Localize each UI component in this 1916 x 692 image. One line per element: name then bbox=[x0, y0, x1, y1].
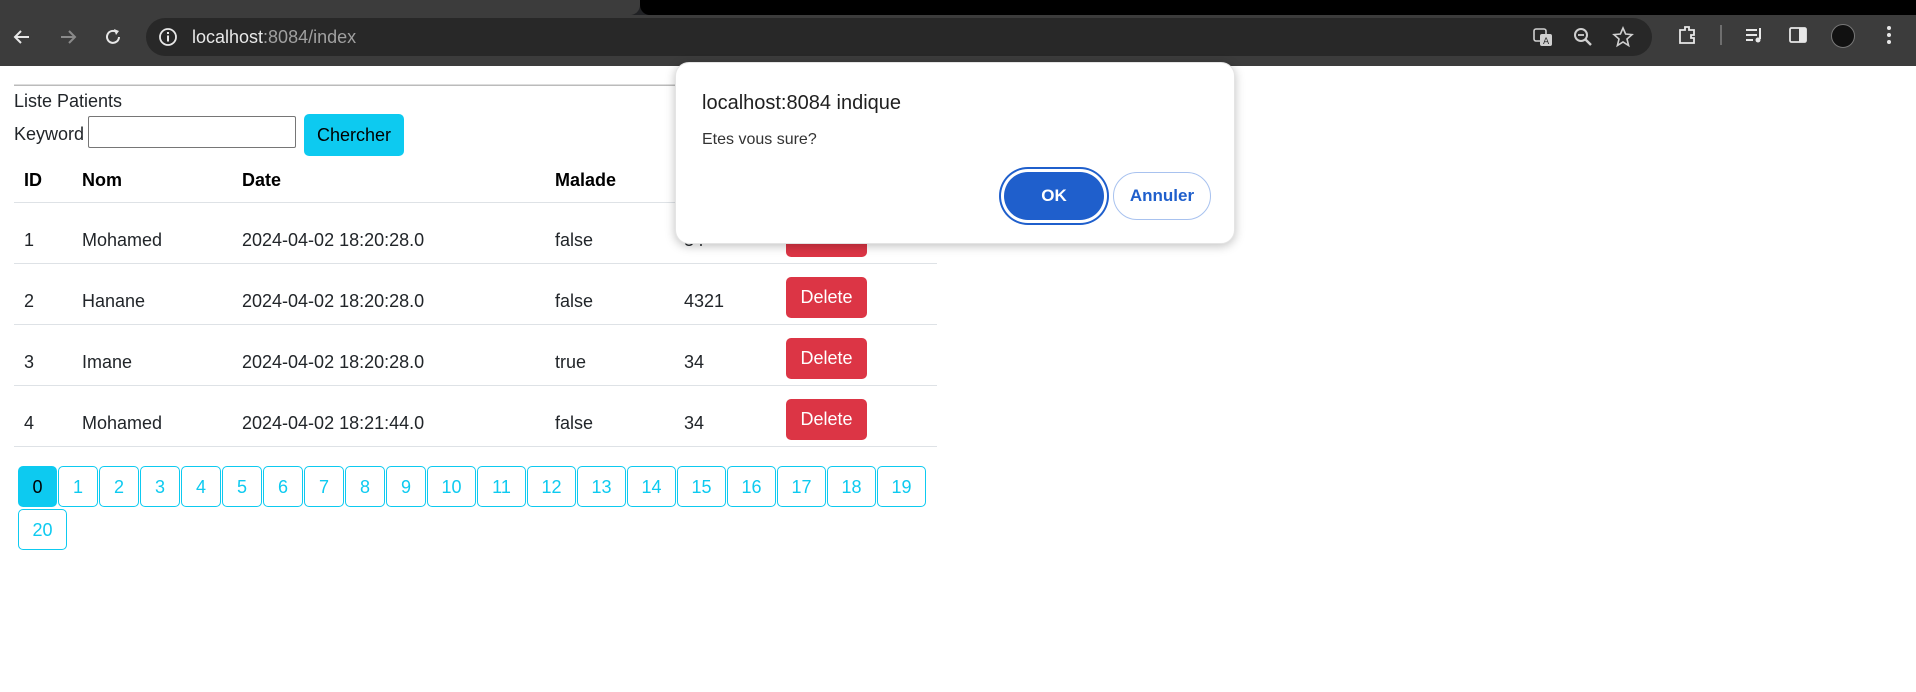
cell-id: 1 bbox=[14, 202, 72, 264]
page-button-6[interactable]: 6 bbox=[263, 466, 303, 507]
browser-toolbar: localhost:8084/index A bbox=[0, 0, 1916, 66]
address-bar[interactable]: localhost:8084/index A bbox=[146, 18, 1652, 56]
page-button-5[interactable]: 5 bbox=[222, 466, 262, 507]
dialog-message: Etes vous sure? bbox=[702, 131, 817, 148]
page-button-17[interactable]: 17 bbox=[777, 466, 826, 507]
reload-icon[interactable] bbox=[99, 20, 127, 54]
cell-nom: Imane bbox=[72, 324, 232, 386]
page-button-8[interactable]: 8 bbox=[345, 466, 385, 507]
header-malade: Malade bbox=[545, 158, 674, 203]
page-button-1[interactable]: 1 bbox=[58, 466, 98, 507]
cell-id: 2 bbox=[14, 263, 72, 325]
delete-button[interactable]: Delete bbox=[786, 338, 867, 379]
profile-avatar[interactable] bbox=[1831, 24, 1855, 48]
page-button-10[interactable]: 10 bbox=[427, 466, 476, 507]
page-button-15[interactable]: 15 bbox=[677, 466, 726, 507]
header-nom: Nom bbox=[72, 158, 232, 203]
back-icon[interactable] bbox=[8, 20, 36, 54]
page-button-7[interactable]: 7 bbox=[304, 466, 344, 507]
page-button-9[interactable]: 9 bbox=[386, 466, 426, 507]
page-button-0[interactable]: 0 bbox=[18, 466, 57, 507]
cell-date: 2024-04-02 18:20:28.0 bbox=[232, 202, 545, 264]
tab-strip bbox=[0, 0, 1916, 15]
page-button-13[interactable]: 13 bbox=[577, 466, 626, 507]
url-text: localhost:8084/index bbox=[192, 27, 357, 47]
cell-action: Delete bbox=[776, 324, 937, 386]
search-button[interactable]: Chercher bbox=[304, 114, 404, 156]
cell-id: 3 bbox=[14, 324, 72, 386]
delete-button[interactable]: Delete bbox=[786, 399, 867, 440]
page-button-16[interactable]: 16 bbox=[727, 466, 776, 507]
cell-score: 34 bbox=[674, 324, 776, 386]
side-panel-icon[interactable] bbox=[1787, 24, 1809, 46]
cell-score: 4321 bbox=[674, 263, 776, 325]
cell-nom: Mohamed bbox=[72, 385, 232, 447]
page-button-2[interactable]: 2 bbox=[99, 466, 139, 507]
svg-text:A: A bbox=[1543, 37, 1550, 47]
header-id: ID bbox=[14, 158, 72, 203]
tab-active[interactable] bbox=[0, 0, 640, 15]
page-button-3[interactable]: 3 bbox=[140, 466, 180, 507]
media-queue-icon[interactable] bbox=[1743, 24, 1765, 46]
cell-score: 34 bbox=[674, 385, 776, 447]
page-button-12[interactable]: 12 bbox=[527, 466, 576, 507]
table-row: 2 Hanane 2024-04-02 18:20:28.0 false 432… bbox=[14, 263, 937, 325]
confirm-dialog: localhost:8084 indique Etes vous sure? O… bbox=[675, 62, 1235, 244]
cancel-button[interactable]: Annuler bbox=[1113, 172, 1211, 220]
page-button-11[interactable]: 11 bbox=[477, 466, 526, 507]
page-button-4[interactable]: 4 bbox=[181, 466, 221, 507]
cell-malade: false bbox=[545, 263, 674, 325]
zoom-icon[interactable] bbox=[1572, 26, 1594, 48]
table-row: 4 Mohamed 2024-04-02 18:21:44.0 false 34… bbox=[14, 385, 937, 447]
pagination: 0 1 2 3 4 5 6 7 8 9 10 11 12 13 14 15 16 17 18 1920 bbox=[18, 466, 938, 552]
page-title: Liste Patients bbox=[14, 91, 123, 111]
cell-nom: Hanane bbox=[72, 263, 232, 325]
page-button-20[interactable]: 20 bbox=[18, 509, 67, 550]
cell-date: 2024-04-02 18:20:28.0 bbox=[232, 324, 545, 386]
bookmark-star-icon[interactable] bbox=[1612, 26, 1634, 48]
page-button-18[interactable]: 18 bbox=[827, 466, 876, 507]
cell-malade: false bbox=[545, 202, 674, 264]
tab-strip-background bbox=[640, 0, 1916, 15]
keyword-label: Keyword bbox=[14, 124, 85, 144]
cell-nom: Mohamed bbox=[72, 202, 232, 264]
toolbar-divider bbox=[1720, 25, 1722, 45]
menu-kebab-icon[interactable] bbox=[1878, 24, 1900, 46]
cell-action: Delete bbox=[776, 263, 937, 325]
ok-button[interactable]: OK bbox=[1004, 172, 1104, 220]
delete-button[interactable]: Delete bbox=[786, 277, 867, 318]
page-button-19[interactable]: 19 bbox=[877, 466, 926, 507]
site-info-icon[interactable] bbox=[158, 27, 178, 47]
cell-malade: false bbox=[545, 385, 674, 447]
cell-id: 4 bbox=[14, 385, 72, 447]
keyword-input[interactable] bbox=[88, 116, 296, 148]
extensions-icon[interactable] bbox=[1676, 24, 1698, 46]
table-row: 3 Imane 2024-04-02 18:20:28.0 true 34 De… bbox=[14, 324, 937, 386]
header-date: Date bbox=[232, 158, 545, 203]
cell-malade: true bbox=[545, 324, 674, 386]
dialog-title: localhost:8084 indique bbox=[702, 92, 902, 114]
page-button-14[interactable]: 14 bbox=[627, 466, 676, 507]
cell-action: Delete bbox=[776, 385, 937, 447]
translate-icon[interactable]: A bbox=[1532, 26, 1554, 48]
cell-date: 2024-04-02 18:21:44.0 bbox=[232, 385, 545, 447]
forward-icon[interactable] bbox=[54, 20, 82, 54]
cell-date: 2024-04-02 18:20:28.0 bbox=[232, 263, 545, 325]
